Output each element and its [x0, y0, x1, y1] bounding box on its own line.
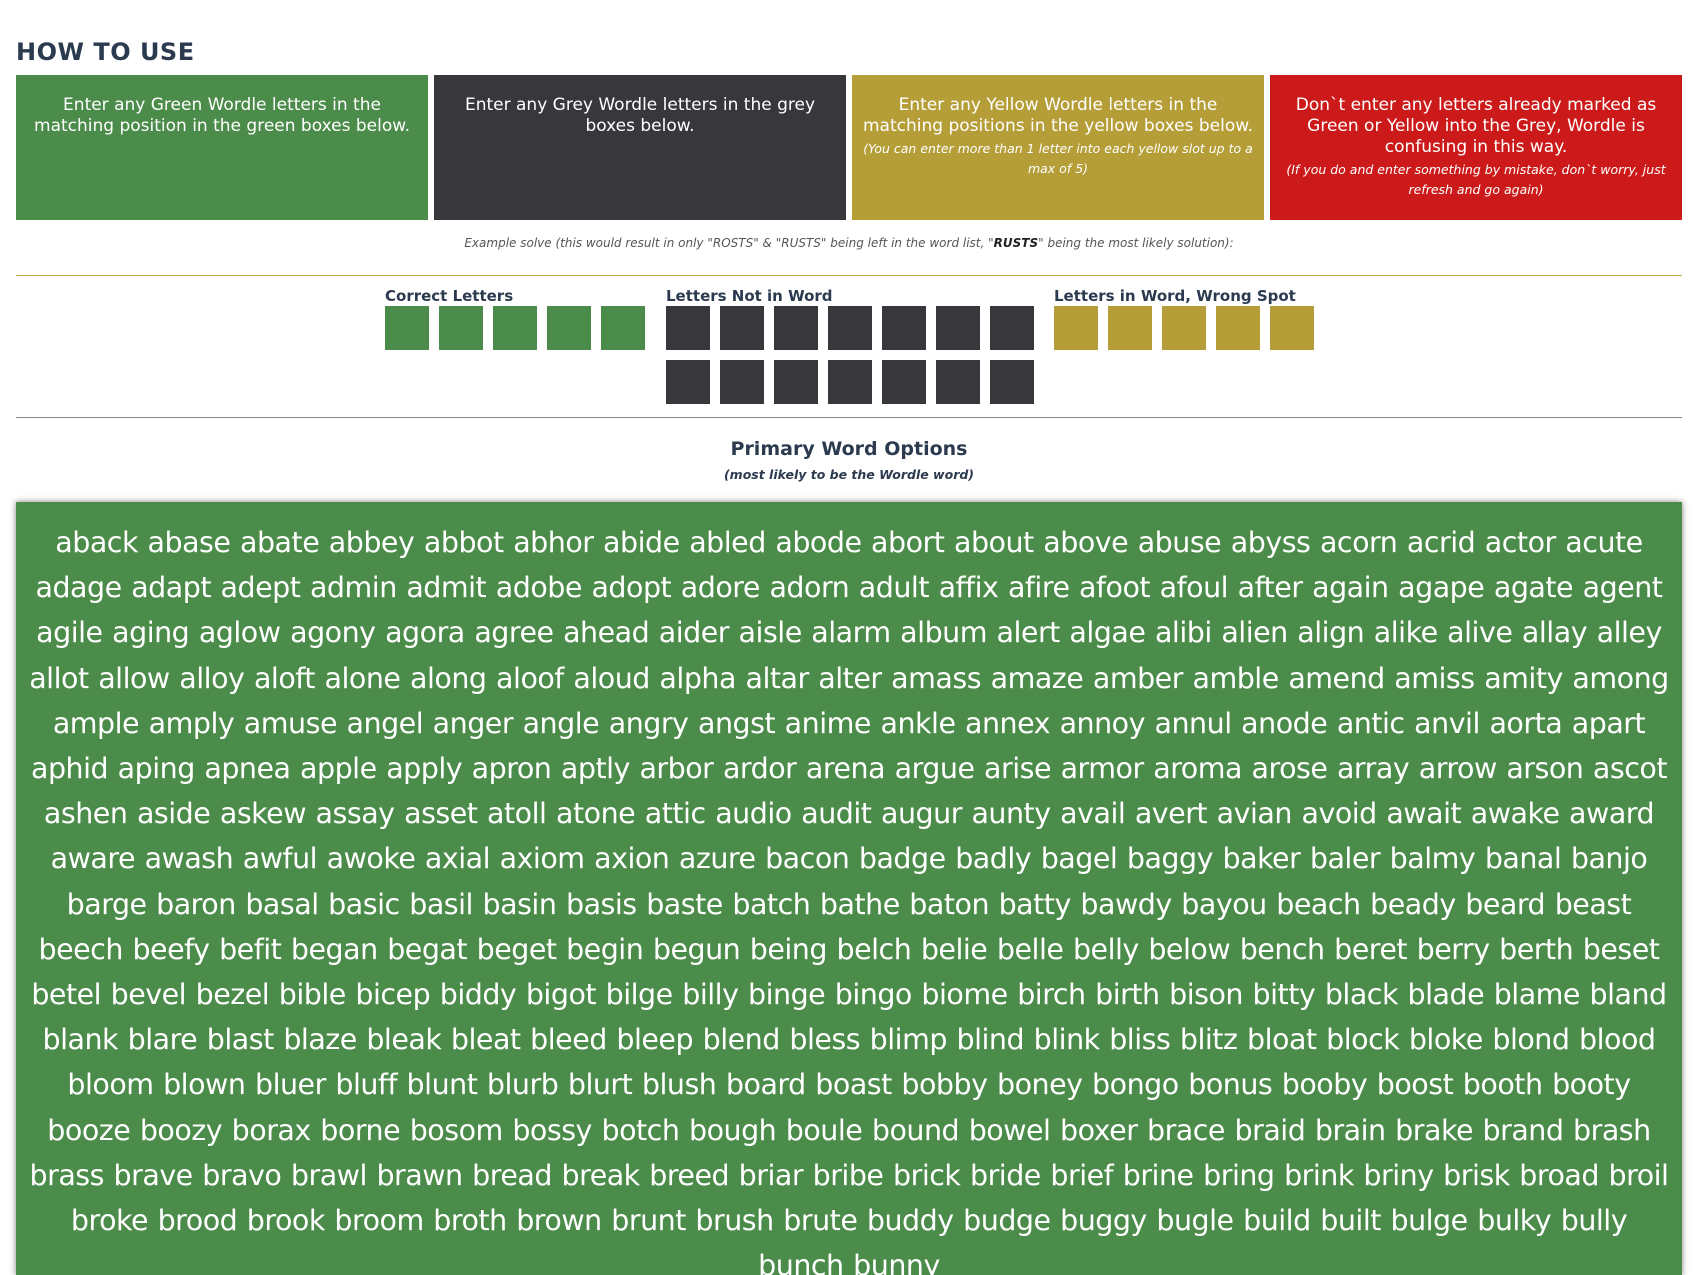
yellow-instruction-card: Enter any Yellow Wordle letters in the m… [852, 75, 1264, 220]
correct-letter-input-1[interactable] [385, 306, 429, 350]
wrong-spot-input-2[interactable] [1108, 306, 1152, 350]
wordle-helper-page: HOW TO USE Enter any Green Wordle letter… [0, 0, 1698, 1275]
word-list-panel[interactable]: aback abase abate abbey abbot abhor abid… [16, 502, 1682, 1275]
word-list-text: aback abase abate abbey abbot abhor abid… [29, 526, 1669, 1275]
wrong-spot-input-5[interactable] [1270, 306, 1314, 350]
not-in-word-input-10[interactable] [774, 360, 818, 404]
not-in-word-input-14[interactable] [990, 360, 1034, 404]
red-warning-card: Don`t enter any letters already marked a… [1270, 75, 1682, 220]
red-warning-text: Don`t enter any letters already marked a… [1295, 95, 1657, 157]
not-in-word-input-1[interactable] [666, 306, 710, 350]
wrong-spot-input-3[interactable] [1162, 306, 1206, 350]
correct-letter-input-5[interactable] [601, 306, 645, 350]
example-suffix: " being the most likely solution): [1038, 236, 1234, 250]
not-in-word-input-8[interactable] [666, 360, 710, 404]
not-in-word-label: Letters Not in Word [666, 287, 833, 305]
red-warning-note: (If you do and enter something by mistak… [1286, 162, 1666, 197]
primary-word-options-title: Primary Word Options [730, 438, 968, 460]
example-solve-text: Example solve (this would result in only… [0, 236, 1698, 250]
not-in-word-input-13[interactable] [936, 360, 980, 404]
divider [16, 275, 1682, 276]
correct-letter-input-4[interactable] [547, 306, 591, 350]
correct-letter-input-2[interactable] [439, 306, 483, 350]
wrong-spot-input-4[interactable] [1216, 306, 1260, 350]
wrong-spot-label: Letters in Word, Wrong Spot [1054, 287, 1296, 305]
green-instruction-text: Enter any Green Wordle letters in the ma… [34, 95, 410, 136]
not-in-word-input-5[interactable] [882, 306, 926, 350]
instruction-cards: Enter any Green Wordle letters in the ma… [16, 75, 1682, 220]
example-bold-word: RUSTS [993, 236, 1039, 250]
not-in-word-input-7[interactable] [990, 306, 1034, 350]
not-in-word-input-4[interactable] [828, 306, 872, 350]
grey-instruction-text: Enter any Grey Wordle letters in the gre… [464, 95, 816, 136]
how-to-use-title: HOW TO USE [16, 38, 195, 66]
primary-word-options-subtitle: (most likely to be the Wordle word) [723, 467, 975, 482]
not-in-word-input-6[interactable] [936, 306, 980, 350]
correct-letters-label: Correct Letters [385, 287, 514, 305]
example-prefix: Example solve (this would result in only… [464, 236, 994, 250]
divider [16, 417, 1682, 418]
green-instruction-card: Enter any Green Wordle letters in the ma… [16, 75, 428, 220]
yellow-instruction-note: (You can enter more than 1 letter into e… [863, 141, 1253, 176]
not-in-word-input-9[interactable] [720, 360, 764, 404]
yellow-instruction-text: Enter any Yellow Wordle letters in the m… [863, 95, 1253, 136]
correct-letter-input-3[interactable] [493, 306, 537, 350]
wrong-spot-input-1[interactable] [1054, 306, 1098, 350]
not-in-word-input-11[interactable] [828, 360, 872, 404]
grey-instruction-card: Enter any Grey Wordle letters in the gre… [434, 75, 846, 220]
not-in-word-input-12[interactable] [882, 360, 926, 404]
not-in-word-input-2[interactable] [720, 306, 764, 350]
not-in-word-input-3[interactable] [774, 306, 818, 350]
